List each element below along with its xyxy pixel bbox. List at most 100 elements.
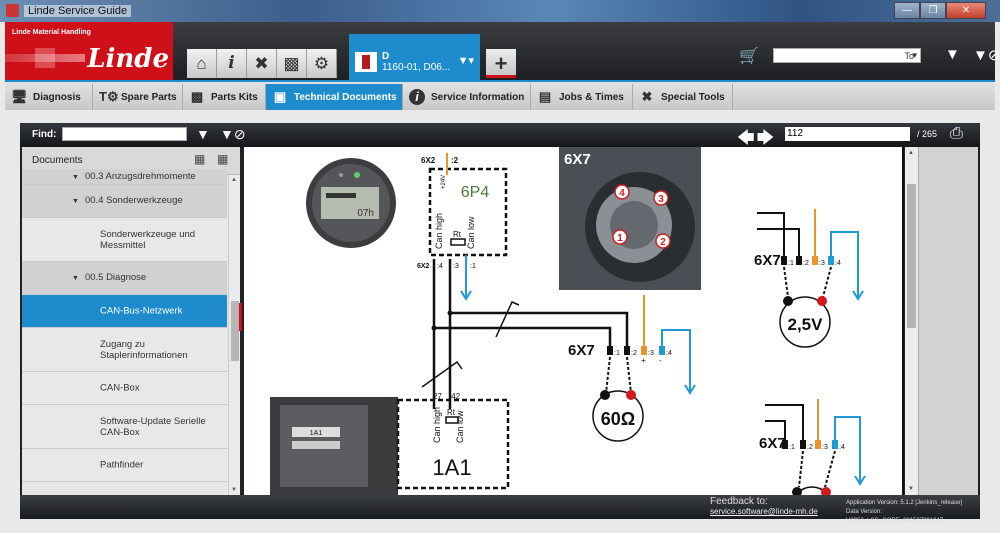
header-search-input[interactable]: To ▾ <box>773 48 921 63</box>
svg-text::4: :4 <box>835 260 841 267</box>
home-icon[interactable]: ⌂ <box>187 49 217 78</box>
tab-diagnosis[interactable]: 🖥 Diagnosis <box>5 84 93 110</box>
photo-pin-3: 3 <box>658 194 664 205</box>
expand-all-icon[interactable]: ▦ <box>217 152 228 166</box>
conn-6x2-top: 6X2 <box>421 156 436 165</box>
vehicle-model: 1160-01, D06... <box>382 62 451 73</box>
tree-item-pathfinder[interactable]: Pathfinder <box>22 449 227 482</box>
tab-special-tools[interactable]: ✖ Special Tools <box>633 84 733 110</box>
tree-item-can-bus-netzwerk[interactable]: CAN-Bus-Netzwerk <box>22 295 227 328</box>
spare-parts-icon: T⚙ <box>99 89 119 104</box>
filter-dropdown-icon[interactable]: ▼▾ <box>458 54 474 67</box>
feedback-email-link[interactable]: service.software@linde-mh.de <box>710 507 818 516</box>
page-total: / 265 <box>917 129 938 139</box>
tab-spare-parts[interactable]: T⚙ Spare Parts <box>93 84 183 110</box>
next-page-icon[interactable]: 🡆 <box>757 128 777 147</box>
tree-scrollbar[interactable]: ▲ ▼ <box>228 175 240 495</box>
can-low-label: Can low <box>466 216 476 249</box>
conn-6x2-bottom: 6X2 <box>417 263 430 270</box>
cart-icon[interactable]: 🛒 <box>739 46 759 66</box>
connector-6x7-label-2: 6X7 <box>754 252 781 269</box>
tree-item-sonderwerkzeuge-messmittel[interactable]: Sonderwerkzeuge und Messmittel <box>22 218 227 262</box>
svg-text::2: :2 <box>803 260 809 267</box>
measure-voltage-group: 6X7 :1 :2 :3 :4 2,5V <box>754 209 864 348</box>
svg-text::1: :1 <box>788 260 794 267</box>
svg-text::2: :2 <box>631 350 637 357</box>
tools-icon[interactable]: ✖ <box>247 49 277 78</box>
feedback-label: Feedback to: <box>710 496 768 507</box>
linde-logo: Linde Material Handling Linde <box>5 22 173 80</box>
search-type-dropdown[interactable]: To ▾ <box>904 50 917 61</box>
vehicle-series: D <box>382 51 390 62</box>
svg-text::3: :3 <box>819 260 825 267</box>
pin-3-label: :3 <box>453 263 459 270</box>
toolbox-icon[interactable]: ▩ <box>277 49 307 78</box>
clear-filter-icon[interactable]: ▼⊘ <box>973 46 1000 64</box>
find-input[interactable] <box>62 127 187 141</box>
connector-6x7-label: 6X7 <box>568 342 595 359</box>
can-bus-diagram: 07h 6P4 6X2 :2 +24V Can high Can low Rt … <box>270 147 904 495</box>
filter-icon[interactable]: ▼ <box>196 126 210 142</box>
document-icon: ▣ <box>273 89 287 104</box>
tree-item-staplerinformationen[interactable]: Zugang zu Staplerinformationen <box>22 328 227 372</box>
print-icon[interactable]: ⎙ <box>950 125 963 143</box>
find-label: Find: <box>32 129 57 140</box>
tree-item-software-update[interactable]: Software-Update Serielle CAN-Box <box>22 405 227 449</box>
viewer-scrollbar[interactable]: ▲ ▼ <box>904 147 918 495</box>
tree-item-sonderwerkzeuge[interactable]: 00.4 Sonderwerkzeuge <box>22 185 227 218</box>
svg-text::1: :1 <box>614 350 620 357</box>
display-reading: 07h <box>357 208 374 219</box>
module-1a1-label: 1A1 <box>432 455 471 480</box>
tab-parts-kits[interactable]: ▩ Parts Kits <box>183 84 266 110</box>
pin-27-label: 27 <box>433 392 442 401</box>
measure-resistance-group: 6X7 :1 :2 :3 :4 + - 60Ω <box>568 295 696 442</box>
measure-third-group: 6X7 :1 :2 :3 :4 <box>759 399 866 495</box>
tree-item-anzugsdrehmomente[interactable]: 00.3 Anzugsdrehmomente <box>22 169 227 185</box>
restore-button[interactable]: ❐ <box>920 2 946 19</box>
documents-tree: Documents ▦ ▦ 00.3 Anzugsdrehmomente 00.… <box>22 147 240 495</box>
rt-label-1a1: Rt <box>447 408 456 417</box>
tab-jobs-times[interactable]: ▤ Jobs & Times <box>531 84 633 110</box>
close-button[interactable]: ✕ <box>946 2 986 19</box>
pin-1-label: :1 <box>470 263 476 270</box>
pin-2-label: :2 <box>451 156 459 165</box>
rt-label: Rt <box>453 230 462 239</box>
pin-42-label: :42 <box>449 392 461 401</box>
document-viewer: 07h 6P4 6X2 :2 +24V Can high Can low Rt … <box>244 147 904 495</box>
vehicle-tab[interactable]: D 1160-01, D06... ▼▾ <box>349 34 480 80</box>
documents-panel: Find: ▼ ▼⊘ 🡄🡆 112 / 265 ⎙ Documents ▦ ▦ … <box>20 123 980 524</box>
polarity-minus: - <box>659 356 662 365</box>
page-number-input[interactable]: 112 <box>785 127 910 141</box>
add-vehicle-button[interactable]: + <box>486 49 516 78</box>
svg-text::3: :3 <box>648 350 654 357</box>
connector-6x7-label-3: 6X7 <box>759 435 786 452</box>
tab-service-information[interactable]: i Service Information <box>403 84 531 110</box>
prev-page-icon[interactable]: 🡄 <box>737 128 757 147</box>
filter-icon[interactable]: ▼ <box>945 46 960 63</box>
can-low-label-1a1: Can low <box>455 410 465 443</box>
app-icon <box>6 4 19 17</box>
svg-text::2: :2 <box>807 444 813 451</box>
clock-doc-icon: ▤ <box>538 89 552 104</box>
info-icon[interactable]: i <box>217 49 247 78</box>
brand-name: Linde <box>87 44 169 74</box>
tree-item-can-box[interactable]: CAN-Box <box>22 372 227 405</box>
tree-scrollbar-thumb[interactable] <box>231 301 239 361</box>
clear-filter-icon[interactable]: ▼⊘ <box>220 126 246 143</box>
connector-6x7-photo: 6X7 4 3 1 2 <box>559 147 701 290</box>
minimize-button[interactable]: — <box>894 2 920 19</box>
main-tabs: 🖥 Diagnosis T⚙ Spare Parts ▩ Parts Kits ▣ Te… <box>5 80 995 110</box>
tab-technical-documents[interactable]: ▣ Technical Documents <box>266 84 403 110</box>
svg-text::3: :3 <box>822 444 828 451</box>
viewer-scrollbar-thumb[interactable] <box>907 184 916 328</box>
module-6p4-label: 6P4 <box>461 184 490 201</box>
documents-title: Documents <box>32 155 83 166</box>
viewer-gutter <box>918 147 978 495</box>
photo-pin-1: 1 <box>617 233 623 244</box>
tree-item-diagnose[interactable]: 00.5 Diagnose <box>22 262 227 295</box>
gear-icon[interactable]: ⚙ <box>307 49 337 78</box>
status-footer: Feedback to: service.software@linde-mh.d… <box>20 495 980 524</box>
photo-1a1-label: 1A1 <box>310 430 323 437</box>
can-high-label-1a1: Can high <box>432 407 442 443</box>
collapse-all-icon[interactable]: ▦ <box>194 152 205 166</box>
